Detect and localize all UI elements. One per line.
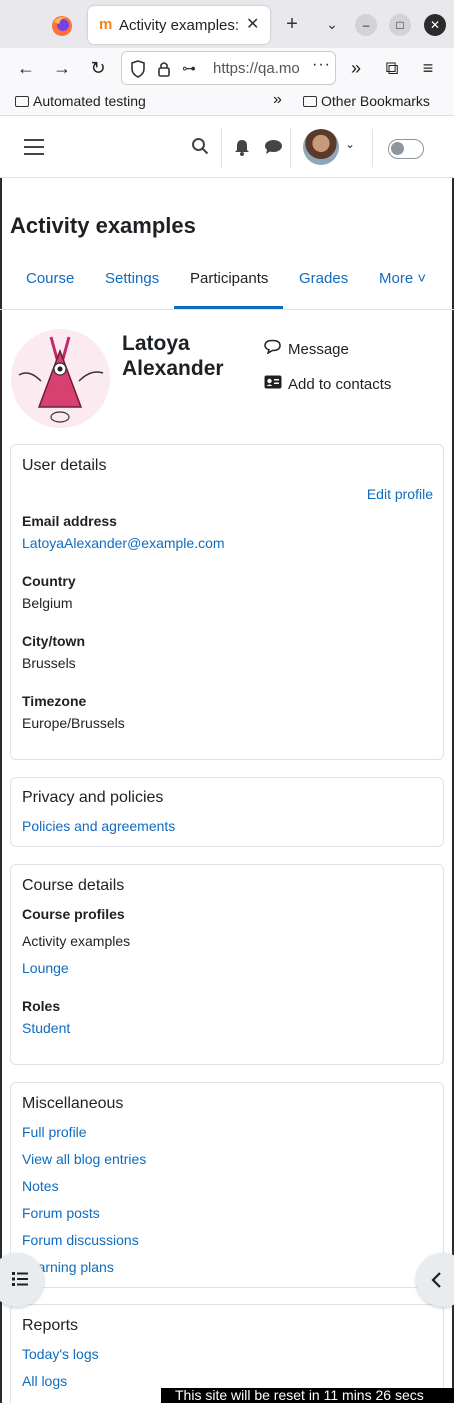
- email-label: Email address: [22, 513, 117, 529]
- url-text[interactable]: https://qa.mo: [213, 60, 305, 77]
- site-header: ⌄: [0, 117, 454, 178]
- speech-bubble-icon: [264, 339, 282, 358]
- page-title: Activity examples: [10, 213, 196, 238]
- blog-entries-link[interactable]: View all blog entries: [22, 1151, 146, 1167]
- header-divider: [290, 129, 291, 167]
- secondary-navigation: Course Settings Participants Grades More…: [0, 258, 454, 310]
- card-title: Reports: [22, 1317, 79, 1334]
- timezone-value: Europe/Brussels: [22, 715, 125, 731]
- minimize-icon[interactable]: –: [355, 14, 377, 36]
- header-divider: [221, 129, 222, 167]
- chevron-down-icon[interactable]: ⌄: [345, 137, 355, 151]
- chat-icon[interactable]: [264, 139, 283, 155]
- folder-icon: [303, 96, 317, 107]
- role-link[interactable]: Student: [22, 1020, 70, 1036]
- timezone-label: Timezone: [22, 693, 87, 709]
- policies-link[interactable]: Policies and agreements: [22, 818, 175, 834]
- reload-icon[interactable]: ↻: [86, 56, 110, 80]
- tab-more[interactable]: More ˅: [379, 270, 426, 287]
- menu-icon[interactable]: [24, 139, 44, 155]
- toggle-knob: [391, 142, 404, 155]
- address-card-icon: [264, 375, 282, 393]
- lock-icon[interactable]: [157, 60, 171, 78]
- notes-link[interactable]: Notes: [22, 1178, 59, 1194]
- bookmark-other-bookmarks[interactable]: Other Bookmarks: [303, 93, 430, 109]
- tab-course[interactable]: Course: [26, 270, 74, 287]
- tab-list-chevron-down-icon[interactable]: ⌄: [320, 12, 344, 36]
- user-full-name: Latoya Alexander: [122, 331, 252, 381]
- privacy-card: Privacy and policies Policies and agreem…: [10, 777, 444, 847]
- message-button[interactable]: Message: [264, 339, 349, 358]
- card-title: Course details: [22, 877, 125, 894]
- browser-tab-bar: m Activity examples: I ✕ + ⌄ – □ ✕: [0, 0, 454, 48]
- user-details-card: User details Edit profile Email address …: [10, 444, 444, 760]
- email-link[interactable]: LatoyaAlexander@example.com: [22, 535, 225, 551]
- tab-grades[interactable]: Grades: [299, 270, 348, 287]
- list-icon: [12, 1272, 28, 1286]
- url-bar[interactable]: ⊶ https://qa.mo ···: [121, 51, 336, 85]
- bookmark-automated-testing[interactable]: Automated testing: [15, 93, 146, 109]
- full-profile-link[interactable]: Full profile: [22, 1124, 87, 1140]
- tab-title: Activity examples: I: [119, 17, 244, 34]
- message-label: Message: [288, 341, 349, 358]
- new-tab-icon[interactable]: +: [280, 12, 304, 36]
- moodle-favicon-icon: m: [99, 16, 113, 33]
- tab-close-icon[interactable]: ✕: [246, 14, 259, 34]
- course-profile-item: Activity examples: [22, 933, 131, 949]
- add-to-contacts-label: Add to contacts: [288, 376, 392, 393]
- course-details-card: Course details Course profiles Activity …: [10, 864, 444, 1065]
- maximize-icon[interactable]: □: [389, 14, 411, 36]
- browser-nav-bar: ← → ↻ ⊶ https://qa.mo ··· » ⧉ ≡: [0, 48, 454, 88]
- extensions-icon[interactable]: ⧉: [380, 56, 404, 80]
- avatar[interactable]: [303, 129, 339, 165]
- forum-posts-link[interactable]: Forum posts: [22, 1205, 100, 1221]
- country-label: Country: [22, 573, 76, 589]
- back-arrow-icon[interactable]: ←: [14, 56, 38, 80]
- page-actions-more-icon[interactable]: ···: [312, 56, 331, 74]
- overflow-chevrons-icon[interactable]: »: [344, 56, 368, 80]
- permissions-icon[interactable]: ⊶: [182, 60, 196, 77]
- roles-label: Roles: [22, 998, 61, 1014]
- edit-profile-link[interactable]: Edit profile: [367, 486, 433, 502]
- card-title: Privacy and policies: [22, 789, 164, 806]
- card-title: User details: [22, 457, 107, 474]
- tab-participants[interactable]: Participants: [190, 270, 268, 287]
- bookmarks-overflow-icon[interactable]: »: [273, 91, 282, 109]
- miscellaneous-card: Miscellaneous Full profile View all blog…: [10, 1082, 444, 1288]
- firefox-icon[interactable]: [48, 12, 76, 40]
- forward-arrow-icon[interactable]: →: [50, 56, 74, 80]
- header-divider: [372, 129, 373, 167]
- browser-tab-active[interactable]: m Activity examples: I ✕: [88, 6, 270, 44]
- bell-icon[interactable]: [234, 138, 250, 156]
- forum-discussions-link[interactable]: Forum discussions: [22, 1232, 139, 1248]
- todays-logs-link[interactable]: Today's logs: [22, 1346, 99, 1362]
- chevron-left-icon: [431, 1272, 441, 1288]
- course-profiles-label: Course profiles: [22, 906, 125, 922]
- course-profile-link[interactable]: Lounge: [22, 960, 69, 976]
- shield-icon[interactable]: [130, 60, 146, 78]
- edit-mode-toggle[interactable]: [388, 139, 424, 159]
- folder-icon: [15, 96, 29, 107]
- site-reset-banner: This site will be reset in 11 mins 26 se…: [161, 1388, 454, 1403]
- close-window-icon[interactable]: ✕: [424, 14, 446, 36]
- city-value: Brussels: [22, 655, 76, 671]
- card-title: Miscellaneous: [22, 1095, 124, 1112]
- user-first-name: Latoya: [122, 332, 190, 355]
- search-icon[interactable]: [191, 137, 209, 155]
- country-value: Belgium: [22, 595, 73, 611]
- app-menu-icon[interactable]: ≡: [416, 56, 440, 80]
- user-last-name: Alexander: [122, 357, 224, 380]
- bookmarks-bar: Automated testing » Other Bookmarks: [0, 88, 454, 116]
- all-logs-link[interactable]: All logs: [22, 1373, 67, 1389]
- add-to-contacts-button[interactable]: Add to contacts: [264, 375, 391, 393]
- tab-settings[interactable]: Settings: [105, 270, 159, 287]
- profile-picture: [11, 329, 110, 428]
- city-label: City/town: [22, 633, 85, 649]
- active-tab-indicator: [174, 306, 283, 309]
